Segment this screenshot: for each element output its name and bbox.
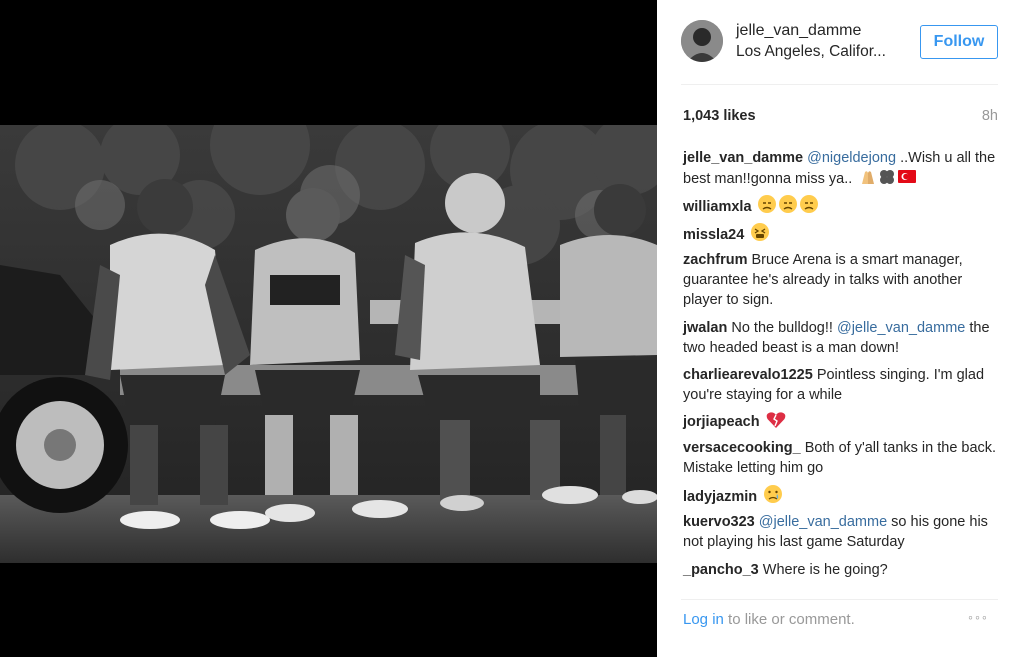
clover-emoji-icon bbox=[880, 170, 895, 184]
more-options-icon[interactable]: ◦◦◦ bbox=[968, 609, 989, 625]
disappointed-emoji-icon bbox=[757, 195, 818, 213]
comment-username[interactable]: missla24 bbox=[683, 227, 744, 243]
comment: jelle_van_damme @nigeldejong ..Wish u al… bbox=[683, 148, 1003, 189]
comment: versacecooking_ Both of y'all tanks in t… bbox=[683, 438, 1003, 478]
comment: jorjiapeach bbox=[683, 411, 1003, 432]
comment: williamxla bbox=[683, 194, 1003, 217]
comment-username[interactable]: charliearevalo1225 bbox=[683, 367, 813, 383]
crying-face-emoji-icon bbox=[764, 485, 783, 503]
pray-emoji-icon bbox=[862, 171, 875, 184]
comment-mention[interactable]: @nigeldejong bbox=[807, 150, 896, 166]
comment-username[interactable]: jelle_van_damme bbox=[683, 150, 803, 166]
comment: kuervo323 @jelle_van_damme so his gone h… bbox=[683, 512, 1003, 552]
comment: jwalan No the bulldog!! @jelle_van_damme… bbox=[683, 318, 1003, 358]
avatar[interactable] bbox=[681, 20, 723, 62]
footer-divider bbox=[681, 599, 998, 600]
login-prompt-text: to like or comment. bbox=[723, 611, 855, 628]
comment: charliearevalo1225 Pointless singing. I'… bbox=[683, 365, 1003, 405]
post-media bbox=[0, 0, 657, 657]
comment-username[interactable]: kuervo323 bbox=[683, 514, 755, 530]
post-sidebar: jelle_van_damme Los Angeles, Califor... … bbox=[657, 0, 1024, 657]
comment-username[interactable]: zachfrum bbox=[683, 252, 747, 268]
comment-text: No the bulldog!! bbox=[727, 320, 837, 336]
likes-count[interactable]: 1,043 likes bbox=[683, 108, 756, 124]
comment-mention[interactable]: @jelle_van_damme bbox=[759, 514, 887, 530]
broken-heart-icon bbox=[766, 412, 785, 428]
comment: _pancho_3 Where is he going? bbox=[683, 560, 1003, 580]
post-photo[interactable] bbox=[0, 125, 657, 563]
header-divider bbox=[681, 84, 998, 85]
comment-username[interactable]: ladyjazmin bbox=[683, 489, 757, 505]
turkey-flag-icon bbox=[898, 170, 917, 183]
post-username[interactable]: jelle_van_damme bbox=[736, 22, 861, 40]
comment-username[interactable]: versacecooking_ bbox=[683, 440, 801, 456]
post-age[interactable]: 8h bbox=[982, 108, 998, 124]
comment-mention[interactable]: @jelle_van_damme bbox=[837, 320, 965, 336]
login-prompt: Log in to like or comment. bbox=[683, 611, 855, 628]
comment-username[interactable]: jwalan bbox=[683, 320, 727, 336]
login-link[interactable]: Log in bbox=[683, 611, 724, 628]
comment-username[interactable]: _pancho_3 bbox=[683, 562, 759, 578]
post-stats: 1,043 likes 8h bbox=[683, 108, 998, 128]
comment: missla24 bbox=[683, 222, 1003, 245]
comment-username[interactable]: jorjiapeach bbox=[683, 414, 760, 430]
comment-text: Where is he going? bbox=[758, 562, 888, 578]
comment: zachfrum Bruce Arena is a smart manager,… bbox=[683, 250, 1003, 310]
comment: ladyjazmin bbox=[683, 484, 1003, 507]
post-location[interactable]: Los Angeles, Califor... bbox=[736, 43, 886, 61]
follow-button[interactable]: Follow bbox=[920, 25, 998, 59]
tired-face-emoji-icon bbox=[751, 223, 770, 241]
post-header: jelle_van_damme Los Angeles, Califor... … bbox=[657, 0, 1024, 84]
avatar-photo bbox=[681, 20, 723, 62]
comment-username[interactable]: williamxla bbox=[683, 199, 752, 215]
emoji-group bbox=[862, 170, 917, 184]
